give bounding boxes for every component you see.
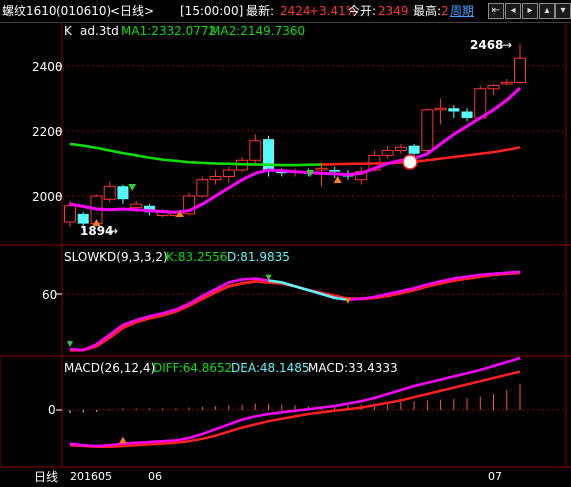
kd-ytick-60: 60 — [42, 288, 58, 302]
kd-d-line — [70, 271, 521, 352]
macd-buy-arrow-icon — [118, 436, 127, 444]
macd-ytick-0: 0 — [48, 403, 56, 417]
candle-body — [421, 109, 434, 151]
candle-body — [263, 139, 275, 172]
k-label: K — [64, 24, 72, 38]
candle-body — [64, 205, 76, 223]
price-panel — [64, 43, 526, 231]
ma1-line — [69, 86, 522, 214]
ma2-line-green — [69, 142, 322, 167]
candle-body — [448, 108, 460, 112]
candle-body — [329, 170, 341, 172]
footer-period-label[interactable]: 日线 — [34, 470, 58, 484]
candle-body — [394, 146, 407, 151]
kd-panel — [67, 270, 521, 352]
macd-title: MACD(26,12,4) — [64, 361, 156, 375]
kd-d-value: D:81.9835 — [227, 250, 290, 264]
candle-body — [408, 145, 420, 154]
candle-body — [500, 81, 513, 85]
candle-body — [461, 111, 473, 118]
macd-macd-value: MACD:33.4333 — [308, 361, 398, 375]
ytick-2000: 2000 — [32, 190, 63, 204]
high-marker: 2468 — [470, 38, 504, 52]
kd-sell-arrow-icon — [67, 341, 73, 348]
candle-body — [209, 176, 222, 181]
high-marker-arrow: → — [502, 38, 513, 52]
kd-k-line — [69, 270, 521, 352]
macd-diff-value: DIFF:64.8652 — [153, 361, 233, 375]
candle-body — [315, 167, 328, 171]
candle-body — [381, 150, 394, 156]
candle-body — [77, 213, 89, 224]
chart-canvas[interactable] — [0, 0, 571, 487]
candle-body — [474, 88, 487, 119]
candle-body — [434, 107, 447, 111]
smiley-icon — [402, 154, 418, 170]
ytick-2200: 2200 — [32, 125, 63, 139]
candle-body — [222, 169, 235, 177]
candle-body — [514, 57, 526, 84]
candle-body — [249, 140, 262, 161]
low-marker-arrow: → — [108, 224, 119, 238]
candle-body — [117, 186, 129, 200]
candle-body — [130, 203, 143, 208]
xtick-07: 07 — [488, 470, 502, 483]
kd-title: SLOWKD(9,3,3,2) — [64, 250, 168, 264]
xtick-06: 06 — [148, 470, 162, 483]
adjust-label: ad.3td — [80, 24, 119, 38]
ma2-legend: MA2:2149.7360 — [210, 24, 306, 38]
candle-body — [196, 179, 209, 197]
kline-chart-window[interactable]: 螺纹1610 (010610) <日线> [15:00:00] 最新: 2424… — [0, 0, 571, 487]
kd-k-value: K:83.2556 — [166, 250, 228, 264]
kd-k-line-cyan — [268, 279, 349, 302]
xtick-201605: 201605 — [70, 470, 112, 483]
ytick-2400: 2400 — [32, 60, 63, 74]
candle-body — [103, 185, 116, 200]
ma1-legend: MA1:2332.0772 — [121, 24, 217, 38]
sell-arrow-icon — [128, 184, 137, 191]
candle-body — [487, 85, 500, 90]
macd-dea-value: DEA:48.1485 — [231, 361, 310, 375]
